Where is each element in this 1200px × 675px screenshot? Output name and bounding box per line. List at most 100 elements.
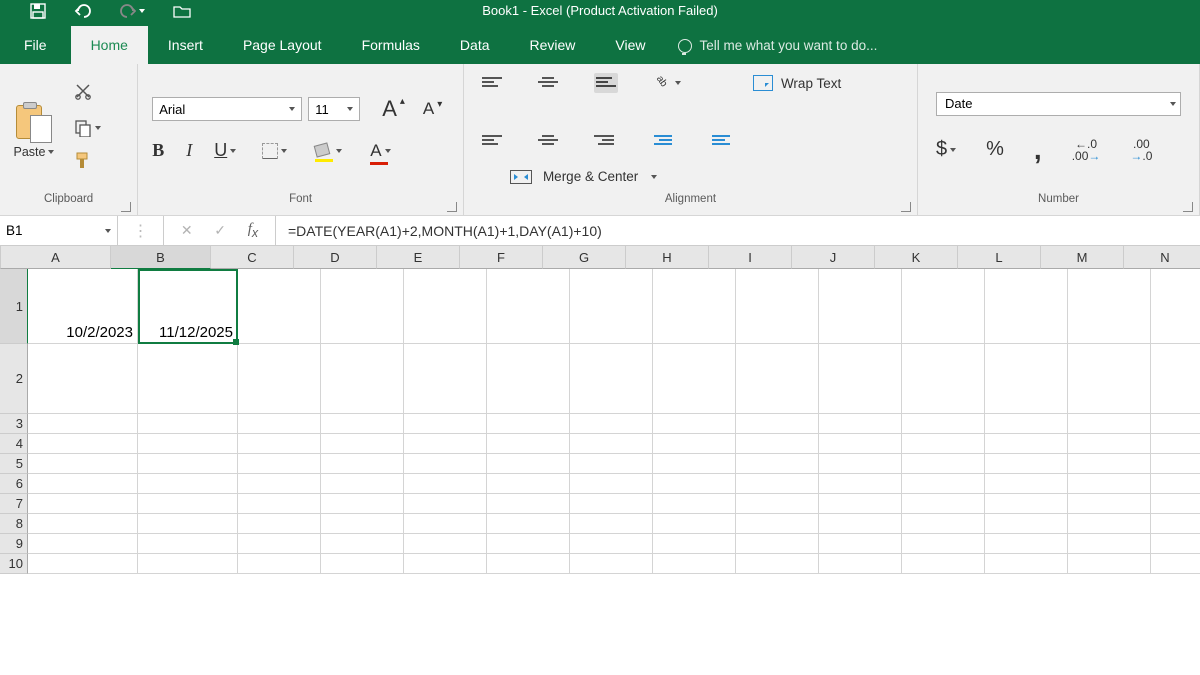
column-header-A[interactable]: A bbox=[1, 246, 111, 269]
cell-M3[interactable] bbox=[1068, 414, 1151, 434]
save-icon[interactable] bbox=[30, 3, 46, 19]
column-header-C[interactable]: C bbox=[211, 246, 294, 269]
cell-H9[interactable] bbox=[653, 534, 736, 554]
cell-L8[interactable] bbox=[985, 514, 1068, 534]
cell-M9[interactable] bbox=[1068, 534, 1151, 554]
tab-file[interactable]: File bbox=[0, 26, 71, 64]
cell-J4[interactable] bbox=[819, 434, 902, 454]
cell-E10[interactable] bbox=[404, 554, 487, 574]
cell-I1[interactable] bbox=[736, 269, 819, 344]
cell-M10[interactable] bbox=[1068, 554, 1151, 574]
font-size-select[interactable]: 11 bbox=[308, 97, 360, 121]
cell-G2[interactable] bbox=[570, 344, 653, 414]
cell-L1[interactable] bbox=[985, 269, 1068, 344]
cell-E1[interactable] bbox=[404, 269, 487, 344]
row-header-3[interactable]: 3 bbox=[0, 414, 28, 434]
increase-decimal-icon[interactable]: ←.0.00→ bbox=[1072, 138, 1101, 162]
cell-C10[interactable] bbox=[238, 554, 321, 574]
cell-D8[interactable] bbox=[321, 514, 404, 534]
cell-N5[interactable] bbox=[1151, 454, 1200, 474]
cell-K9[interactable] bbox=[902, 534, 985, 554]
format-painter-icon[interactable] bbox=[74, 151, 101, 176]
cell-I7[interactable] bbox=[736, 494, 819, 514]
formula-input[interactable]: =DATE(YEAR(A1)+2,MONTH(A1)+1,DAY(A1)+10) bbox=[276, 216, 1200, 245]
cell-N8[interactable] bbox=[1151, 514, 1200, 534]
cell-J7[interactable] bbox=[819, 494, 902, 514]
bold-button[interactable]: B bbox=[152, 140, 164, 161]
cell-D6[interactable] bbox=[321, 474, 404, 494]
tab-page-layout[interactable]: Page Layout bbox=[223, 26, 342, 64]
fill-color-button[interactable] bbox=[309, 144, 342, 158]
cell-N7[interactable] bbox=[1151, 494, 1200, 514]
decrease-font-icon[interactable]: A▾ bbox=[423, 99, 434, 119]
cell-N2[interactable] bbox=[1151, 344, 1200, 414]
cell-D5[interactable] bbox=[321, 454, 404, 474]
cell-A2[interactable] bbox=[28, 344, 138, 414]
increase-font-icon[interactable]: A▴ bbox=[382, 96, 397, 122]
cell-N6[interactable] bbox=[1151, 474, 1200, 494]
tell-me-search[interactable]: Tell me what you want to do... bbox=[678, 38, 878, 64]
cell-N1[interactable] bbox=[1151, 269, 1200, 344]
cell-F1[interactable] bbox=[487, 269, 570, 344]
cell-F6[interactable] bbox=[487, 474, 570, 494]
cut-icon[interactable] bbox=[74, 82, 101, 105]
cell-J9[interactable] bbox=[819, 534, 902, 554]
insert-function-icon[interactable]: fx bbox=[248, 221, 258, 240]
cell-C6[interactable] bbox=[238, 474, 321, 494]
cell-F2[interactable] bbox=[487, 344, 570, 414]
wrap-text-button[interactable]: Wrap Text bbox=[753, 75, 841, 91]
enter-formula-icon[interactable]: ✓ bbox=[214, 222, 226, 239]
increase-indent-icon[interactable] bbox=[712, 133, 730, 149]
cell-H8[interactable] bbox=[653, 514, 736, 534]
row-header-8[interactable]: 8 bbox=[0, 514, 28, 534]
number-format-select[interactable]: Date bbox=[936, 92, 1181, 116]
cell-H2[interactable] bbox=[653, 344, 736, 414]
cell-B1[interactable]: 11/12/2025 bbox=[138, 269, 238, 344]
cell-B3[interactable] bbox=[138, 414, 238, 434]
cell-I5[interactable] bbox=[736, 454, 819, 474]
cell-B5[interactable] bbox=[138, 454, 238, 474]
copy-icon[interactable] bbox=[74, 119, 101, 137]
cell-G5[interactable] bbox=[570, 454, 653, 474]
cell-A7[interactable] bbox=[28, 494, 138, 514]
cell-N10[interactable] bbox=[1151, 554, 1200, 574]
cell-A4[interactable] bbox=[28, 434, 138, 454]
cell-D10[interactable] bbox=[321, 554, 404, 574]
cell-F5[interactable] bbox=[487, 454, 570, 474]
cell-D4[interactable] bbox=[321, 434, 404, 454]
cell-N9[interactable] bbox=[1151, 534, 1200, 554]
row-header-4[interactable]: 4 bbox=[0, 434, 28, 454]
cell-M1[interactable] bbox=[1068, 269, 1151, 344]
row-header-10[interactable]: 10 bbox=[0, 554, 28, 574]
alignment-launcher-icon[interactable] bbox=[901, 202, 911, 212]
cell-J6[interactable] bbox=[819, 474, 902, 494]
cell-G10[interactable] bbox=[570, 554, 653, 574]
column-header-G[interactable]: G bbox=[543, 246, 626, 269]
cell-K7[interactable] bbox=[902, 494, 985, 514]
cell-L2[interactable] bbox=[985, 344, 1068, 414]
cell-E8[interactable] bbox=[404, 514, 487, 534]
cell-G9[interactable] bbox=[570, 534, 653, 554]
column-header-J[interactable]: J bbox=[792, 246, 875, 269]
cell-A1[interactable]: 10/2/2023 bbox=[28, 269, 138, 344]
cell-M7[interactable] bbox=[1068, 494, 1151, 514]
align-center-icon[interactable] bbox=[538, 133, 558, 149]
column-header-M[interactable]: M bbox=[1041, 246, 1124, 269]
row-header-2[interactable]: 2 bbox=[0, 344, 28, 414]
cell-L6[interactable] bbox=[985, 474, 1068, 494]
column-header-B[interactable]: B bbox=[111, 246, 211, 269]
column-header-D[interactable]: D bbox=[294, 246, 377, 269]
font-launcher-icon[interactable] bbox=[447, 202, 457, 212]
tab-insert[interactable]: Insert bbox=[148, 26, 223, 64]
cell-A3[interactable] bbox=[28, 414, 138, 434]
cell-B10[interactable] bbox=[138, 554, 238, 574]
cell-C3[interactable] bbox=[238, 414, 321, 434]
cell-E7[interactable] bbox=[404, 494, 487, 514]
cell-H5[interactable] bbox=[653, 454, 736, 474]
row-header-6[interactable]: 6 bbox=[0, 474, 28, 494]
redo-icon[interactable] bbox=[120, 4, 145, 18]
comma-format-button[interactable]: , bbox=[1034, 134, 1042, 166]
cell-D1[interactable] bbox=[321, 269, 404, 344]
cell-A9[interactable] bbox=[28, 534, 138, 554]
cell-F3[interactable] bbox=[487, 414, 570, 434]
